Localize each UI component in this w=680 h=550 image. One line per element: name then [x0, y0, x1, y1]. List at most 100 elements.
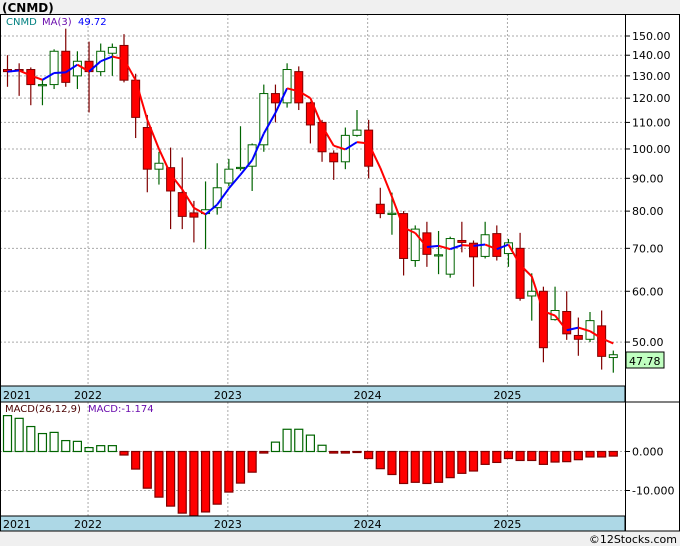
price-tick-label: 80.00	[632, 205, 664, 218]
macd-bar-negative	[550, 450, 560, 463]
year-label: 2024	[354, 389, 382, 402]
ma-segment	[356, 141, 369, 145]
candle-up	[352, 129, 362, 136]
macd-bar-negative	[352, 450, 362, 454]
legend-ma-label: MA(3)	[42, 17, 72, 28]
ma-line	[7, 55, 614, 345]
candle-up	[49, 50, 59, 86]
macd-bar-negative	[200, 450, 211, 513]
ma-segment	[54, 71, 66, 75]
stock-chart: (CNMD) ©12Stocks.com 2021 2021 2022 2022 202…	[0, 0, 680, 546]
macd-bar-negative	[445, 450, 455, 479]
macd-bar-negative	[399, 450, 409, 485]
candle-up	[154, 162, 164, 170]
macd-bar-negative	[154, 450, 164, 498]
year-label: 2024	[354, 518, 382, 531]
year-label: 2021	[3, 518, 31, 531]
macd-bar-positive	[305, 434, 315, 453]
candle-up	[434, 254, 444, 257]
macd-bar-negative	[538, 450, 549, 465]
macd-bar-negative	[131, 450, 141, 470]
macd-bar-negative	[433, 450, 444, 483]
macd-bar-positive	[26, 425, 36, 453]
footer-bar	[0, 531, 680, 546]
macd-bar-negative	[422, 450, 432, 485]
macd-bar-negative	[457, 450, 467, 474]
macd-bar-positive	[49, 431, 59, 453]
macd-bar-negative	[119, 450, 129, 456]
candle-up	[608, 354, 618, 359]
year-label: 2025	[493, 518, 521, 531]
price-tick-label: 60.00	[632, 285, 664, 298]
candle-up	[37, 84, 47, 87]
candle-up	[445, 238, 455, 275]
price-panel-frame	[0, 14, 680, 403]
ma-segment	[473, 243, 486, 247]
macd-bar-positive	[2, 415, 13, 453]
candle-down	[142, 127, 152, 170]
macd-bar-negative	[340, 450, 350, 454]
ma-segment	[7, 69, 20, 73]
macd-tick-label: 0.000	[632, 446, 664, 459]
candle-down	[457, 239, 467, 243]
candle-down	[538, 290, 548, 349]
candle-up	[527, 290, 537, 297]
macd-bar-positive	[14, 417, 24, 453]
candle-down	[189, 212, 199, 218]
ma-segment	[379, 167, 393, 198]
candle-down	[573, 334, 583, 340]
macd-bar-positive	[282, 428, 292, 453]
macd-bar-negative	[562, 450, 572, 463]
candle-up	[259, 93, 269, 146]
macd-bar-negative	[503, 450, 514, 460]
macd-bar-positive	[72, 440, 83, 453]
macd-bar-positive	[317, 444, 327, 453]
y-axis-labels: 150.00 140.00 130.00 120.00 110.00 100.00 90.0…	[625, 30, 674, 498]
candle-up	[387, 212, 397, 215]
last-price-label: 47.78	[629, 355, 661, 368]
candle-up	[224, 168, 234, 184]
ma-segment	[426, 244, 439, 249]
macd-bar-negative	[235, 450, 246, 484]
macd-bar-negative	[259, 450, 269, 454]
year-label: 2025	[493, 389, 521, 402]
macd-bar-positive	[270, 441, 281, 453]
title-bar	[0, 0, 680, 14]
candle-down	[131, 79, 141, 118]
chart-title: (CNMD)	[2, 1, 54, 15]
macd-bar-negative	[585, 450, 595, 458]
macd-bar-negative	[142, 450, 152, 489]
macd-bar-negative	[597, 450, 607, 458]
candle-down	[375, 203, 385, 215]
macd-bar-positive	[84, 447, 94, 453]
macd-bar-negative	[492, 450, 502, 464]
candles	[3, 28, 618, 373]
macd-legend-label: MACD(26,12,9)	[5, 404, 81, 415]
legend-symbol: CNMD	[6, 17, 37, 28]
candle-down	[597, 325, 607, 357]
macd-histogram	[2, 415, 618, 517]
macd-bar-positive	[96, 445, 106, 453]
macd-bar-positive	[107, 445, 117, 453]
macd-bar-negative	[212, 450, 222, 505]
ma-segment	[158, 148, 172, 175]
candle-up	[282, 69, 292, 104]
price-tick-label: 50.00	[632, 336, 664, 349]
macd-bar-positive	[37, 432, 48, 453]
macd-bar-negative	[329, 450, 339, 454]
macd-bar-negative	[608, 450, 618, 457]
macd-bar-negative	[224, 450, 234, 493]
year-label: 2023	[214, 389, 242, 402]
macd-bar-negative	[166, 450, 176, 507]
macd-legend-value: MACD:-1.174	[88, 404, 154, 415]
year-label: 2022	[74, 389, 102, 402]
macd-bar-negative	[375, 450, 385, 470]
macd-bar-negative	[177, 450, 187, 514]
year-label: 2023	[214, 518, 242, 531]
candle-down	[294, 71, 304, 104]
macd-bar-negative	[387, 450, 397, 476]
candle-down	[177, 192, 187, 217]
macd-bar-negative	[480, 450, 490, 465]
legend-ma-value: 49.72	[78, 17, 107, 28]
candle-down	[515, 247, 525, 299]
